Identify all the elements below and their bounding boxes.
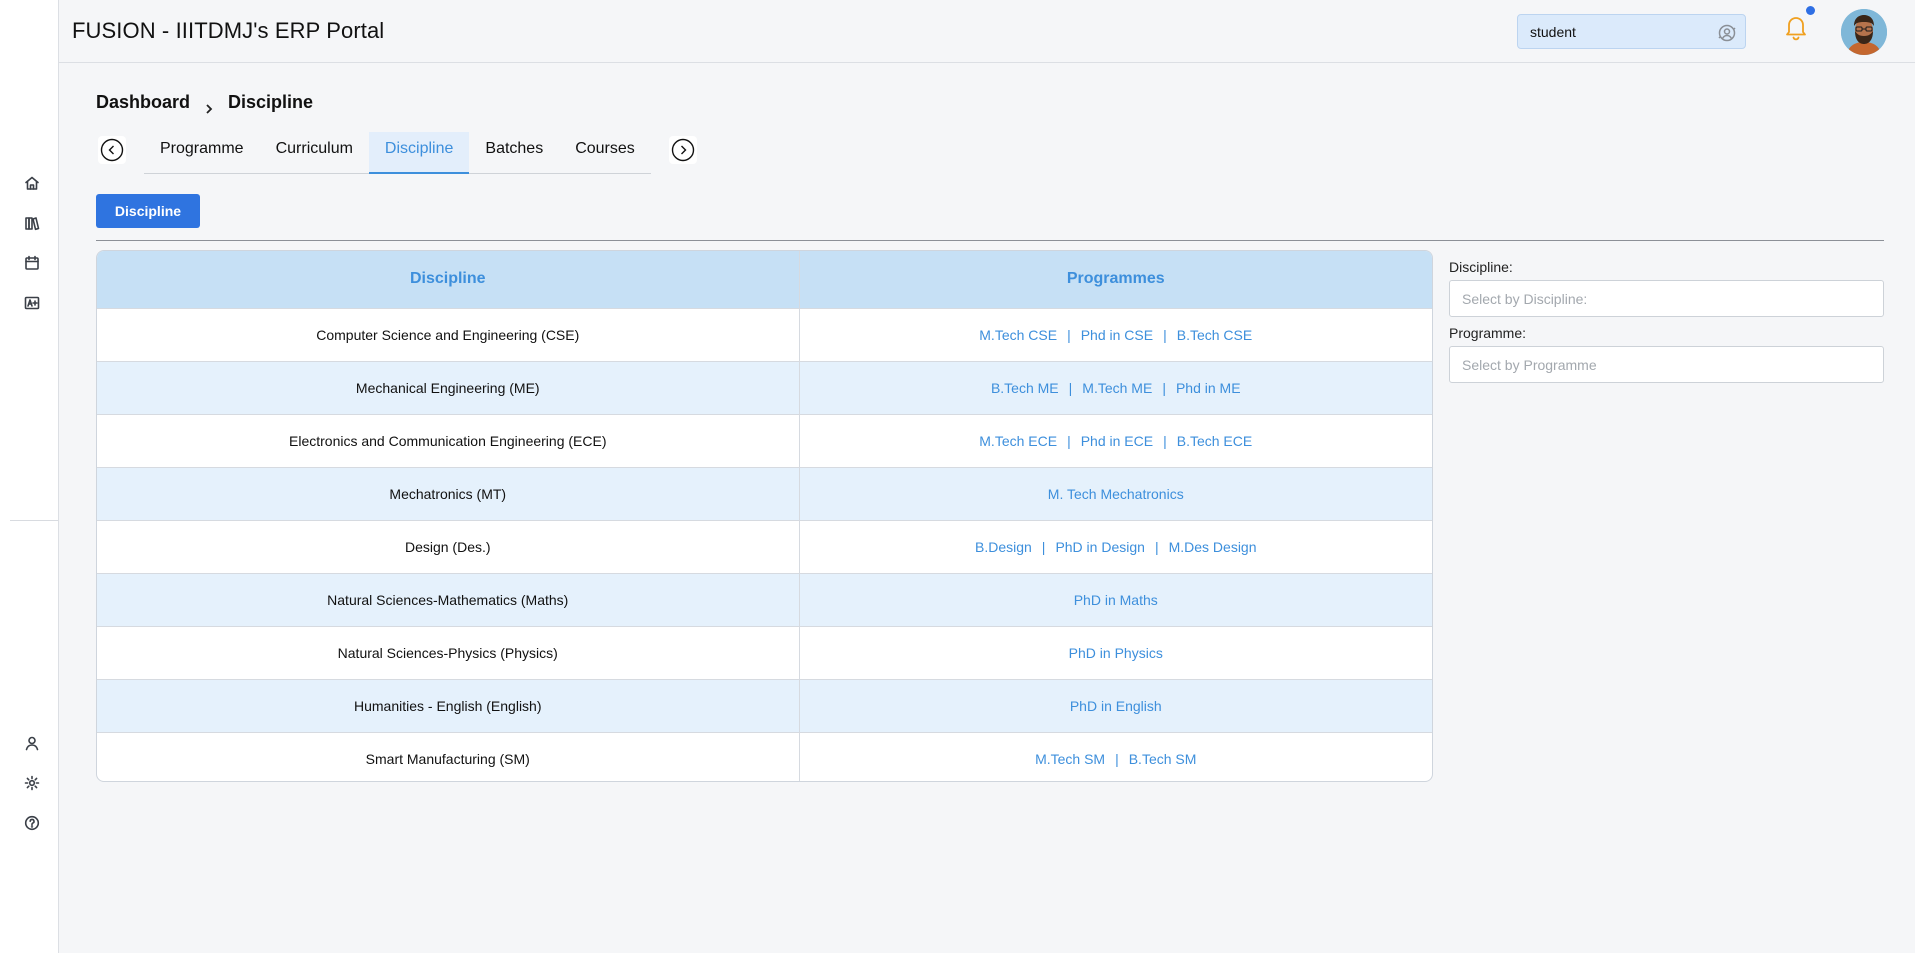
discipline-cell: Humanities - English (English) (97, 678, 800, 732)
programme-link[interactable]: M.Tech CSE (979, 327, 1057, 343)
programmes-cell: M. Tech Mechatronics (799, 466, 1432, 520)
table-row: Electronics and Communication Engineerin… (97, 413, 1432, 467)
discipline-cell: Natural Sciences-Mathematics (Maths) (97, 572, 800, 626)
programme-link[interactable]: M.Des Design (1169, 539, 1257, 555)
sidebar (0, 0, 59, 953)
programme-link[interactable]: B.Tech CSE (1177, 327, 1252, 343)
programme-separator: | (1068, 379, 1073, 396)
grade-icon[interactable] (21, 292, 43, 314)
programmes-cell: M.Tech ECE | Phd in ECE | B.Tech ECE (799, 413, 1432, 467)
home-icon[interactable] (21, 172, 43, 194)
help-icon[interactable] (21, 812, 43, 834)
programme-separator: | (1115, 750, 1119, 767)
discipline-cell: Electronics and Communication Engineerin… (97, 413, 800, 467)
programmes-cell: PhD in Physics (799, 625, 1432, 679)
programme-link[interactable]: Phd in CSE (1081, 327, 1153, 343)
programme-separator: | (1163, 432, 1167, 449)
breadcrumb-current: Discipline (228, 92, 314, 112)
table-row: Natural Sciences-Physics (Physics) PhD in… (97, 625, 1432, 679)
table-row: Natural Sciences-Mathematics (Maths) PhD … (97, 572, 1432, 626)
tab-courses[interactable]: Courses (559, 132, 651, 174)
chevron-left-circle-icon (100, 138, 124, 162)
programmes-cell: M.Tech SM | B.Tech SM (799, 731, 1432, 781)
role-select-value: student (1530, 24, 1576, 40)
programme-link[interactable]: M.Tech ECE (979, 433, 1057, 449)
top-header: FUSION - IIITDMJ's ERP Portal student (59, 0, 1915, 63)
programmes-cell: PhD in English (799, 678, 1432, 732)
programme-filter-label: Programme: (1449, 325, 1527, 341)
role-select[interactable]: student (1517, 14, 1746, 49)
column-header-discipline: Discipline (97, 251, 800, 308)
discipline-cell: Design (Des.) (97, 519, 800, 573)
divider (96, 240, 1884, 241)
programme-link[interactable]: Phd in ME (1176, 380, 1241, 396)
programmes-cell: PhD in Maths (799, 572, 1432, 626)
programme-separator: | (1163, 326, 1167, 343)
settings-icon[interactable] (21, 772, 43, 794)
tabs-next-button[interactable] (669, 136, 697, 164)
table-row: Computer Science and Engineering (CSE) M.… (97, 307, 1432, 361)
tab-curriculum[interactable]: Curriculum (260, 132, 369, 174)
programme-link[interactable]: B.Tech ME (991, 380, 1059, 396)
programme-link[interactable]: M.Tech ME (1082, 380, 1152, 396)
column-header-programmes: Programmes (799, 251, 1432, 308)
profile-icon[interactable] (21, 732, 43, 754)
discipline-filter-input[interactable] (1449, 280, 1884, 317)
programme-separator: | (1067, 432, 1071, 449)
discipline-cell: Natural Sciences-Physics (Physics) (97, 625, 800, 679)
programme-filter-input[interactable] (1449, 346, 1884, 383)
user-switch-icon (1717, 23, 1737, 43)
programmes-cell: M.Tech CSE | Phd in CSE | B.Tech CSE (799, 307, 1432, 361)
discipline-cell: Mechanical Engineering (ME) (97, 360, 800, 414)
programme-link[interactable]: PhD in Physics (1069, 645, 1163, 661)
table-row: Mechanical Engineering (ME) B.Tech ME | M.T… (97, 360, 1432, 414)
programmes-cell: B.Design | PhD in Design | M.Des Design (799, 519, 1432, 573)
bell-icon[interactable] (1781, 12, 1811, 42)
tabs-prev-button[interactable] (98, 136, 126, 164)
tab-discipline[interactable]: Discipline (368, 132, 470, 174)
programme-separator: | (1162, 379, 1166, 396)
programme-link[interactable]: PhD in Design (1055, 539, 1145, 555)
tab-programme[interactable]: Programme (144, 132, 260, 174)
table-row: Mechatronics (MT) M. Tech Mechatronics (97, 466, 1432, 520)
programme-link[interactable]: M. Tech Mechatronics (1048, 486, 1184, 502)
avatar[interactable] (1841, 9, 1887, 55)
calendar-icon[interactable] (21, 252, 43, 274)
programme-link[interactable]: PhD in English (1070, 698, 1162, 714)
table-body: Computer Science and Engineering (CSE) M.… (97, 307, 1432, 781)
programme-link[interactable]: B.Tech SM (1129, 751, 1197, 767)
programme-separator: | (1067, 326, 1071, 343)
table-row: Smart Manufacturing (SM) M.Tech SM | B.Tech… (97, 731, 1432, 781)
breadcrumb-dashboard[interactable]: Dashboard (96, 92, 190, 113)
programme-link[interactable]: B.Tech ECE (1177, 433, 1252, 449)
programme-link[interactable]: B.Design (975, 539, 1032, 555)
table-row: Design (Des.) B.Design | PhD in Design | M.De… (97, 519, 1432, 573)
tab-bar: Programme Curriculum Discipline Batches … (144, 132, 651, 174)
sidebar-divider (10, 520, 58, 521)
table-header-row: Discipline Programmes (97, 251, 1432, 308)
books-icon[interactable] (21, 212, 43, 234)
discipline-table: Discipline Programmes Computer Science a… (96, 250, 1433, 782)
discipline-cell: Smart Manufacturing (SM) (97, 731, 800, 781)
discipline-button[interactable]: Discipline (96, 194, 200, 228)
programme-link[interactable]: PhD in Maths (1074, 592, 1158, 608)
app-title: FUSION - IIITDMJ's ERP Portal (72, 18, 385, 43)
discipline-cell: Computer Science and Engineering (CSE) (97, 307, 800, 361)
breadcrumb: Dashboard Discipline (96, 92, 314, 114)
table-row: Humanities - English (English) PhD in Eng… (97, 678, 1432, 732)
programme-separator: | (1041, 538, 1046, 555)
chevron-right-circle-icon (671, 138, 695, 162)
discipline-cell: Mechatronics (MT) (97, 466, 800, 520)
programmes-cell: B.Tech ME | M.Tech ME | Phd in ME (799, 360, 1432, 414)
discipline-filter-label: Discipline: (1449, 259, 1513, 275)
programme-link[interactable]: M.Tech SM (1035, 751, 1105, 767)
chevron-right-icon (204, 98, 214, 114)
tab-batches[interactable]: Batches (469, 132, 559, 174)
programme-link[interactable]: Phd in ECE (1081, 433, 1153, 449)
programme-separator: | (1154, 538, 1159, 555)
notification-dot (1806, 6, 1815, 15)
